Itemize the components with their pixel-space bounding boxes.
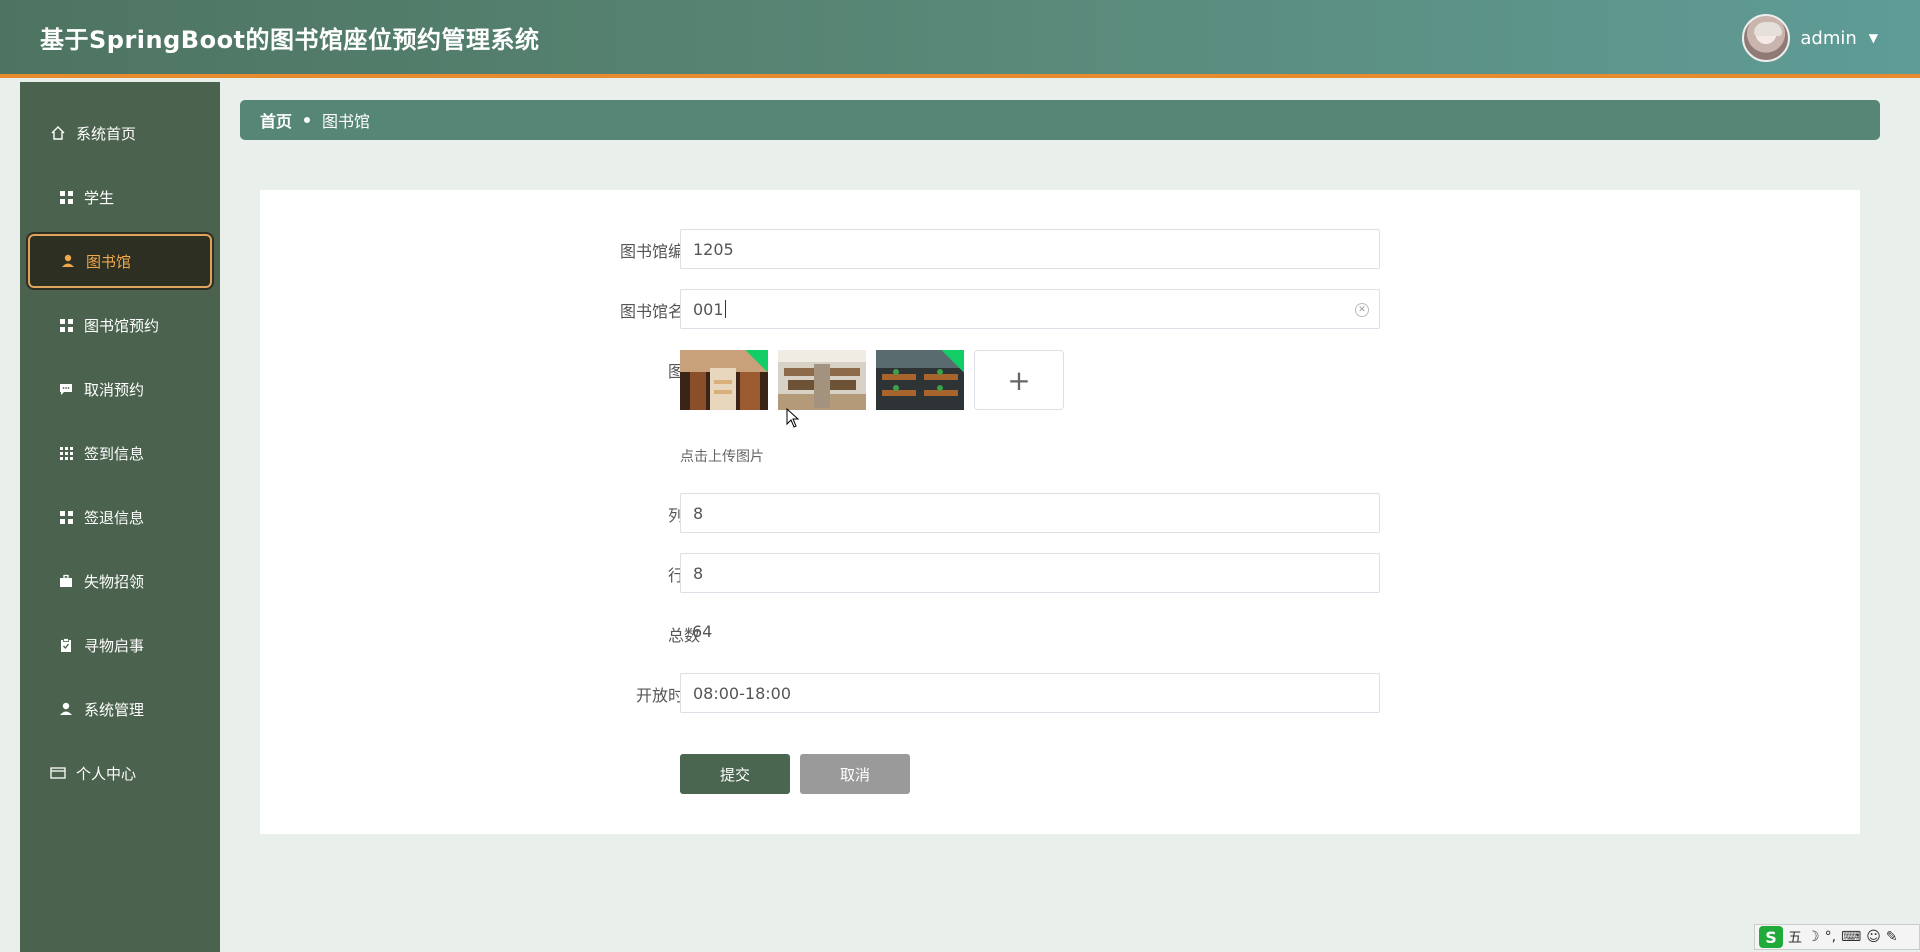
ime-mode[interactable]: 五 <box>1788 927 1802 947</box>
user-name[interactable]: admin <box>1800 28 1856 49</box>
grid-icon <box>58 509 74 525</box>
sidebar-item-label: 取消预约 <box>84 380 145 399</box>
library-name-input[interactable]: 001 ✕ <box>680 289 1380 329</box>
sidebar-item-cancel-booking[interactable]: 取消预约 <box>28 362 212 416</box>
clear-icon[interactable]: ✕ <box>1355 303 1369 317</box>
breadcrumb-current: 图书馆 <box>322 112 371 131</box>
mouse-cursor-icon <box>786 408 800 428</box>
grid-icon <box>58 189 74 205</box>
user-menu[interactable]: admin ▼ <box>1742 14 1878 62</box>
text-caret <box>724 300 726 318</box>
columns-input[interactable]: 8 <box>680 493 1380 533</box>
sidebar-item-library[interactable]: 图书馆 <box>28 234 212 288</box>
breadcrumb-separator <box>304 117 311 123</box>
sidebar-item-system[interactable]: 系统管理 <box>28 682 212 736</box>
library-name-value: 001 <box>693 299 724 319</box>
sidebar-item-label: 系统首页 <box>76 124 137 143</box>
sogou-logo-icon[interactable]: S <box>1759 926 1783 948</box>
sidebar-item-profile[interactable]: 个人中心 <box>28 746 212 800</box>
sidebar-item-label: 签退信息 <box>84 508 145 527</box>
caret-down-icon[interactable]: ▼ <box>1869 31 1878 45</box>
library-code-input[interactable]: 1205 <box>680 229 1380 269</box>
chat-icon <box>58 381 74 397</box>
home-icon <box>50 125 66 141</box>
image-thumbnail[interactable] <box>778 350 866 410</box>
sidebar-item-checkin[interactable]: 签到信息 <box>28 426 212 480</box>
app-title: 基于SpringBoot的图书馆座位预约管理系统 <box>40 26 540 54</box>
ime-toolbar[interactable]: S 五 ☽ °, ⌨ ☺ ✎ <box>1754 924 1920 950</box>
user-icon <box>58 701 74 717</box>
grid-icon <box>58 317 74 333</box>
image-thumbnail[interactable] <box>876 350 964 410</box>
total-value: 64 <box>692 622 713 641</box>
sidebar-item-lost-notice[interactable]: 寻物启事 <box>28 618 212 672</box>
sidebar-item-students[interactable]: 学生 <box>28 170 212 224</box>
sidebar-item-checkout[interactable]: 签退信息 <box>28 490 212 544</box>
keyboard-icon[interactable]: ⌨ <box>1841 929 1861 945</box>
library-code-value: 1205 <box>693 239 734 259</box>
sidebar-item-label: 学生 <box>84 188 115 207</box>
sidebar-item-label: 寻物启事 <box>84 636 145 655</box>
sidebar-item-label: 签到信息 <box>84 444 145 463</box>
briefcase-icon <box>58 573 74 589</box>
submit-button[interactable]: 提交 <box>680 754 790 794</box>
sidebar-item-label: 图书馆 <box>86 252 132 271</box>
clipboard-icon <box>58 637 74 653</box>
wrench-icon[interactable]: ✎ <box>1886 929 1898 945</box>
plus-icon: + <box>1007 363 1031 397</box>
breadcrumb-home[interactable]: 首页 <box>260 108 292 132</box>
sidebar-item-library-booking[interactable]: 图书馆预约 <box>28 298 212 352</box>
library-form: 图书馆编号 1205 图书馆名称 001 ✕ 图片 <box>260 190 1860 834</box>
sidebar-item-lost-found[interactable]: 失物招领 <box>28 554 212 608</box>
sidebar: 系统首页 学生 图书馆 图书馆预约 取消预约 签到信息 签退信息 失物招领 寻物… <box>20 82 220 952</box>
user-icon[interactable]: ☺ <box>1866 929 1881 945</box>
open-time-input[interactable]: 08:00-18:00 <box>680 673 1380 713</box>
sidebar-item-label: 系统管理 <box>84 700 145 719</box>
cancel-button[interactable]: 取消 <box>800 754 910 794</box>
moon-icon[interactable]: ☽ <box>1807 929 1820 945</box>
upload-tip: 点击上传图片 <box>680 449 764 465</box>
punctuation-icon[interactable]: °, <box>1825 929 1836 945</box>
breadcrumb: 首页 图书馆 <box>240 100 1880 140</box>
grid9-icon <box>58 445 74 461</box>
top-header: 基于SpringBoot的图书馆座位预约管理系统 admin ▼ <box>0 0 1920 78</box>
open-time-value: 08:00-18:00 <box>693 683 791 703</box>
sidebar-item-label: 图书馆预约 <box>84 316 160 335</box>
upload-add-button[interactable]: + <box>974 350 1064 410</box>
columns-value: 8 <box>693 503 704 523</box>
image-thumbnail[interactable] <box>680 350 768 410</box>
sidebar-item-home[interactable]: 系统首页 <box>28 106 212 160</box>
user-icon <box>60 253 76 269</box>
avatar[interactable] <box>1742 14 1791 62</box>
rows-input[interactable]: 8 <box>680 553 1380 593</box>
sidebar-item-label: 个人中心 <box>76 764 137 783</box>
rows-value: 8 <box>693 563 704 583</box>
sidebar-item-label: 失物招领 <box>84 572 145 591</box>
card-icon <box>50 765 66 781</box>
